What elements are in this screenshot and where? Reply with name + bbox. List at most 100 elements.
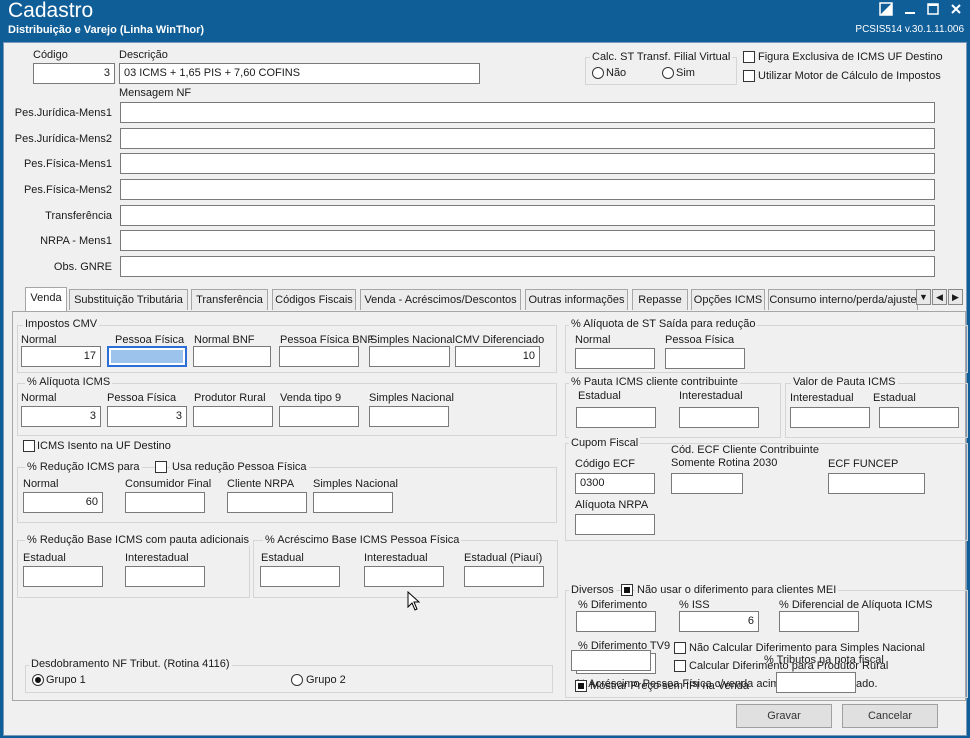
cod-cliente-input[interactable] (671, 473, 743, 494)
funcep-input[interactable] (828, 473, 925, 494)
radio-nao[interactable] (592, 67, 604, 79)
cod-cliente-label-2: Somente Rotina 2030 (671, 457, 778, 469)
pauta-estadual-label: Estadual (578, 390, 621, 402)
st-pf-input[interactable] (665, 348, 745, 369)
aliq-produtor-input[interactable] (193, 406, 273, 427)
tab-scroll-left-button[interactable]: ◀ (932, 289, 947, 305)
client-area: Código 3 Descrição 03 ICMS + 1,65 PIS + … (3, 42, 968, 736)
maximize-icon[interactable] (923, 2, 943, 18)
msg-input[interactable] (120, 256, 935, 277)
red-consumidor-input[interactable] (125, 492, 205, 513)
tab-venda[interactable]: Venda (25, 287, 67, 311)
figura-exclusiva-label: Figura Exclusiva de ICMS UF Destino (758, 51, 943, 63)
msg-label: Pes.Jurídica-Mens2 (14, 133, 112, 145)
tab-dropdown-button[interactable]: ▼ (916, 289, 931, 305)
tributos-nota-input[interactable] (776, 672, 856, 693)
acrescimo-pf-input[interactable] (571, 650, 651, 671)
msg-input[interactable] (120, 153, 935, 174)
descricao-input[interactable]: 03 ICMS + 1,65 PIS + 7,60 COFINS (119, 63, 480, 84)
codigo-ecf-input[interactable]: 0300 (575, 473, 655, 494)
msg-input[interactable] (120, 179, 935, 200)
red-simples-input[interactable] (313, 492, 393, 513)
cmv-diferenciado-input[interactable]: 10 (455, 346, 540, 367)
icms-isento-checkbox[interactable] (23, 440, 35, 452)
calcular-produtor-checkbox[interactable] (674, 660, 686, 672)
cmv-pf-bnf-input[interactable] (279, 346, 359, 367)
cmv-normal-bnf-label: Normal BNF (194, 334, 255, 346)
mensagem-nf-label: Mensagem NF (119, 87, 192, 99)
rb-estadual-input[interactable] (23, 566, 103, 587)
impostos-cmv-title: Impostos CMV (23, 318, 100, 330)
codigo-input[interactable]: 3 (33, 63, 115, 84)
utilizar-motor-checkbox[interactable] (743, 70, 755, 82)
mostrar-preco-label: Mostrar Preço sem IPI na Venda (590, 680, 749, 692)
close-icon[interactable] (946, 2, 966, 18)
tributos-nota-label: % Tributos na nota fiscal (764, 654, 884, 666)
nao-usar-diferimento-checkbox[interactable] (621, 584, 633, 596)
rb-interestadual-input[interactable] (125, 566, 205, 587)
st-normal-input[interactable] (575, 348, 655, 369)
tab-opcoes-icms[interactable]: Opções ICMS (691, 289, 765, 310)
aliq-venda9-input[interactable] (279, 406, 359, 427)
nao-calcular-simples-checkbox[interactable] (674, 642, 686, 654)
pauta-estadual-input[interactable] (576, 407, 656, 428)
aliquota-icms-title: % Alíquota ICMS (25, 376, 113, 388)
cmv-normal-input[interactable]: 17 (21, 346, 101, 367)
vp-interestadual-label: Interestadual (790, 392, 854, 404)
restore-icon[interactable] (876, 2, 896, 18)
cmv-normal-bnf-input[interactable] (193, 346, 271, 367)
tab-repasse[interactable]: Repasse (632, 289, 688, 310)
diversos-title: Diversos (569, 584, 616, 596)
msg-input[interactable] (120, 205, 935, 226)
aliq-normal-input[interactable]: 3 (21, 406, 101, 427)
vp-estadual-input[interactable] (879, 407, 959, 428)
ab-piaui-input[interactable] (464, 566, 544, 587)
vp-interestadual-input[interactable] (790, 407, 870, 428)
radio-nao-label: Não (606, 67, 627, 79)
codigo-ecf-label: Código ECF (575, 458, 635, 470)
usa-reducao-checkbox[interactable] (155, 461, 167, 473)
tab-transferencia[interactable]: Transferência (191, 289, 268, 310)
reducao-base-title: % Redução Base ICMS com pauta adicionais (25, 534, 251, 546)
nao-calcular-simples-label: Não Calcular Diferimento para Simples Na… (689, 642, 925, 654)
figura-exclusiva-checkbox[interactable] (743, 51, 755, 63)
ab-estadual-input[interactable] (260, 566, 340, 587)
msg-input[interactable] (120, 102, 935, 123)
tab-consumo-interno[interactable]: Consumo interno/perda/ajuste (768, 289, 918, 310)
gravar-button[interactable]: Gravar (736, 704, 832, 728)
red-normal-input[interactable]: 60 (23, 492, 103, 513)
cmv-simples-label: Simples Nacional (370, 334, 455, 346)
acrescimo-base-title: % Acréscimo Base ICMS Pessoa Física (263, 534, 462, 546)
descricao-label: Descrição (119, 49, 168, 61)
calc-st-label: Calc. ST Transf. Filial Virtual (590, 51, 733, 63)
diferencial-input[interactable] (779, 611, 859, 632)
pauta-interestadual-input[interactable] (679, 407, 759, 428)
ab-interestadual-input[interactable] (364, 566, 444, 587)
usa-reducao-label: Usa redução Pessoa Física (170, 461, 309, 473)
radio-sim[interactable] (662, 67, 674, 79)
red-nrpa-input[interactable] (227, 492, 307, 513)
radio-grupo1[interactable] (32, 674, 44, 686)
aliq-pf-input[interactable]: 3 (107, 406, 187, 427)
msg-input[interactable] (120, 128, 935, 149)
aliq-simples-input[interactable] (369, 406, 449, 427)
tab-venda-acrescimos[interactable]: Venda - Acréscimos/Descontos (360, 289, 521, 310)
aliq-venda9-label: Venda tipo 9 (280, 392, 342, 404)
aliquota-nrpa-input[interactable] (575, 514, 655, 535)
radio-grupo2[interactable] (291, 674, 303, 686)
iss-input[interactable]: 6 (679, 611, 759, 632)
tab-codigos-fiscais[interactable]: Códigos Fiscais (272, 289, 356, 310)
msg-input[interactable] (120, 230, 935, 251)
cmv-pf-input[interactable] (107, 346, 187, 367)
minimize-icon[interactable] (900, 2, 920, 18)
cmv-simples-input[interactable] (369, 346, 450, 367)
tab-outras-informacoes[interactable]: Outras informações (525, 289, 628, 310)
msg-label: Transferência (45, 210, 112, 222)
tab-scroll-right-button[interactable]: ▶ (948, 289, 963, 305)
diferimento-input[interactable] (576, 611, 656, 632)
cancelar-button[interactable]: Cancelar (842, 704, 938, 728)
diferencial-label: % Diferencial de Alíquota ICMS (779, 599, 933, 611)
msg-label: Pes.Física-Mens2 (23, 184, 112, 196)
tab-substituicao-tributaria[interactable]: Substituição Tributária (69, 289, 188, 310)
mostrar-preco-checkbox[interactable] (575, 680, 587, 692)
